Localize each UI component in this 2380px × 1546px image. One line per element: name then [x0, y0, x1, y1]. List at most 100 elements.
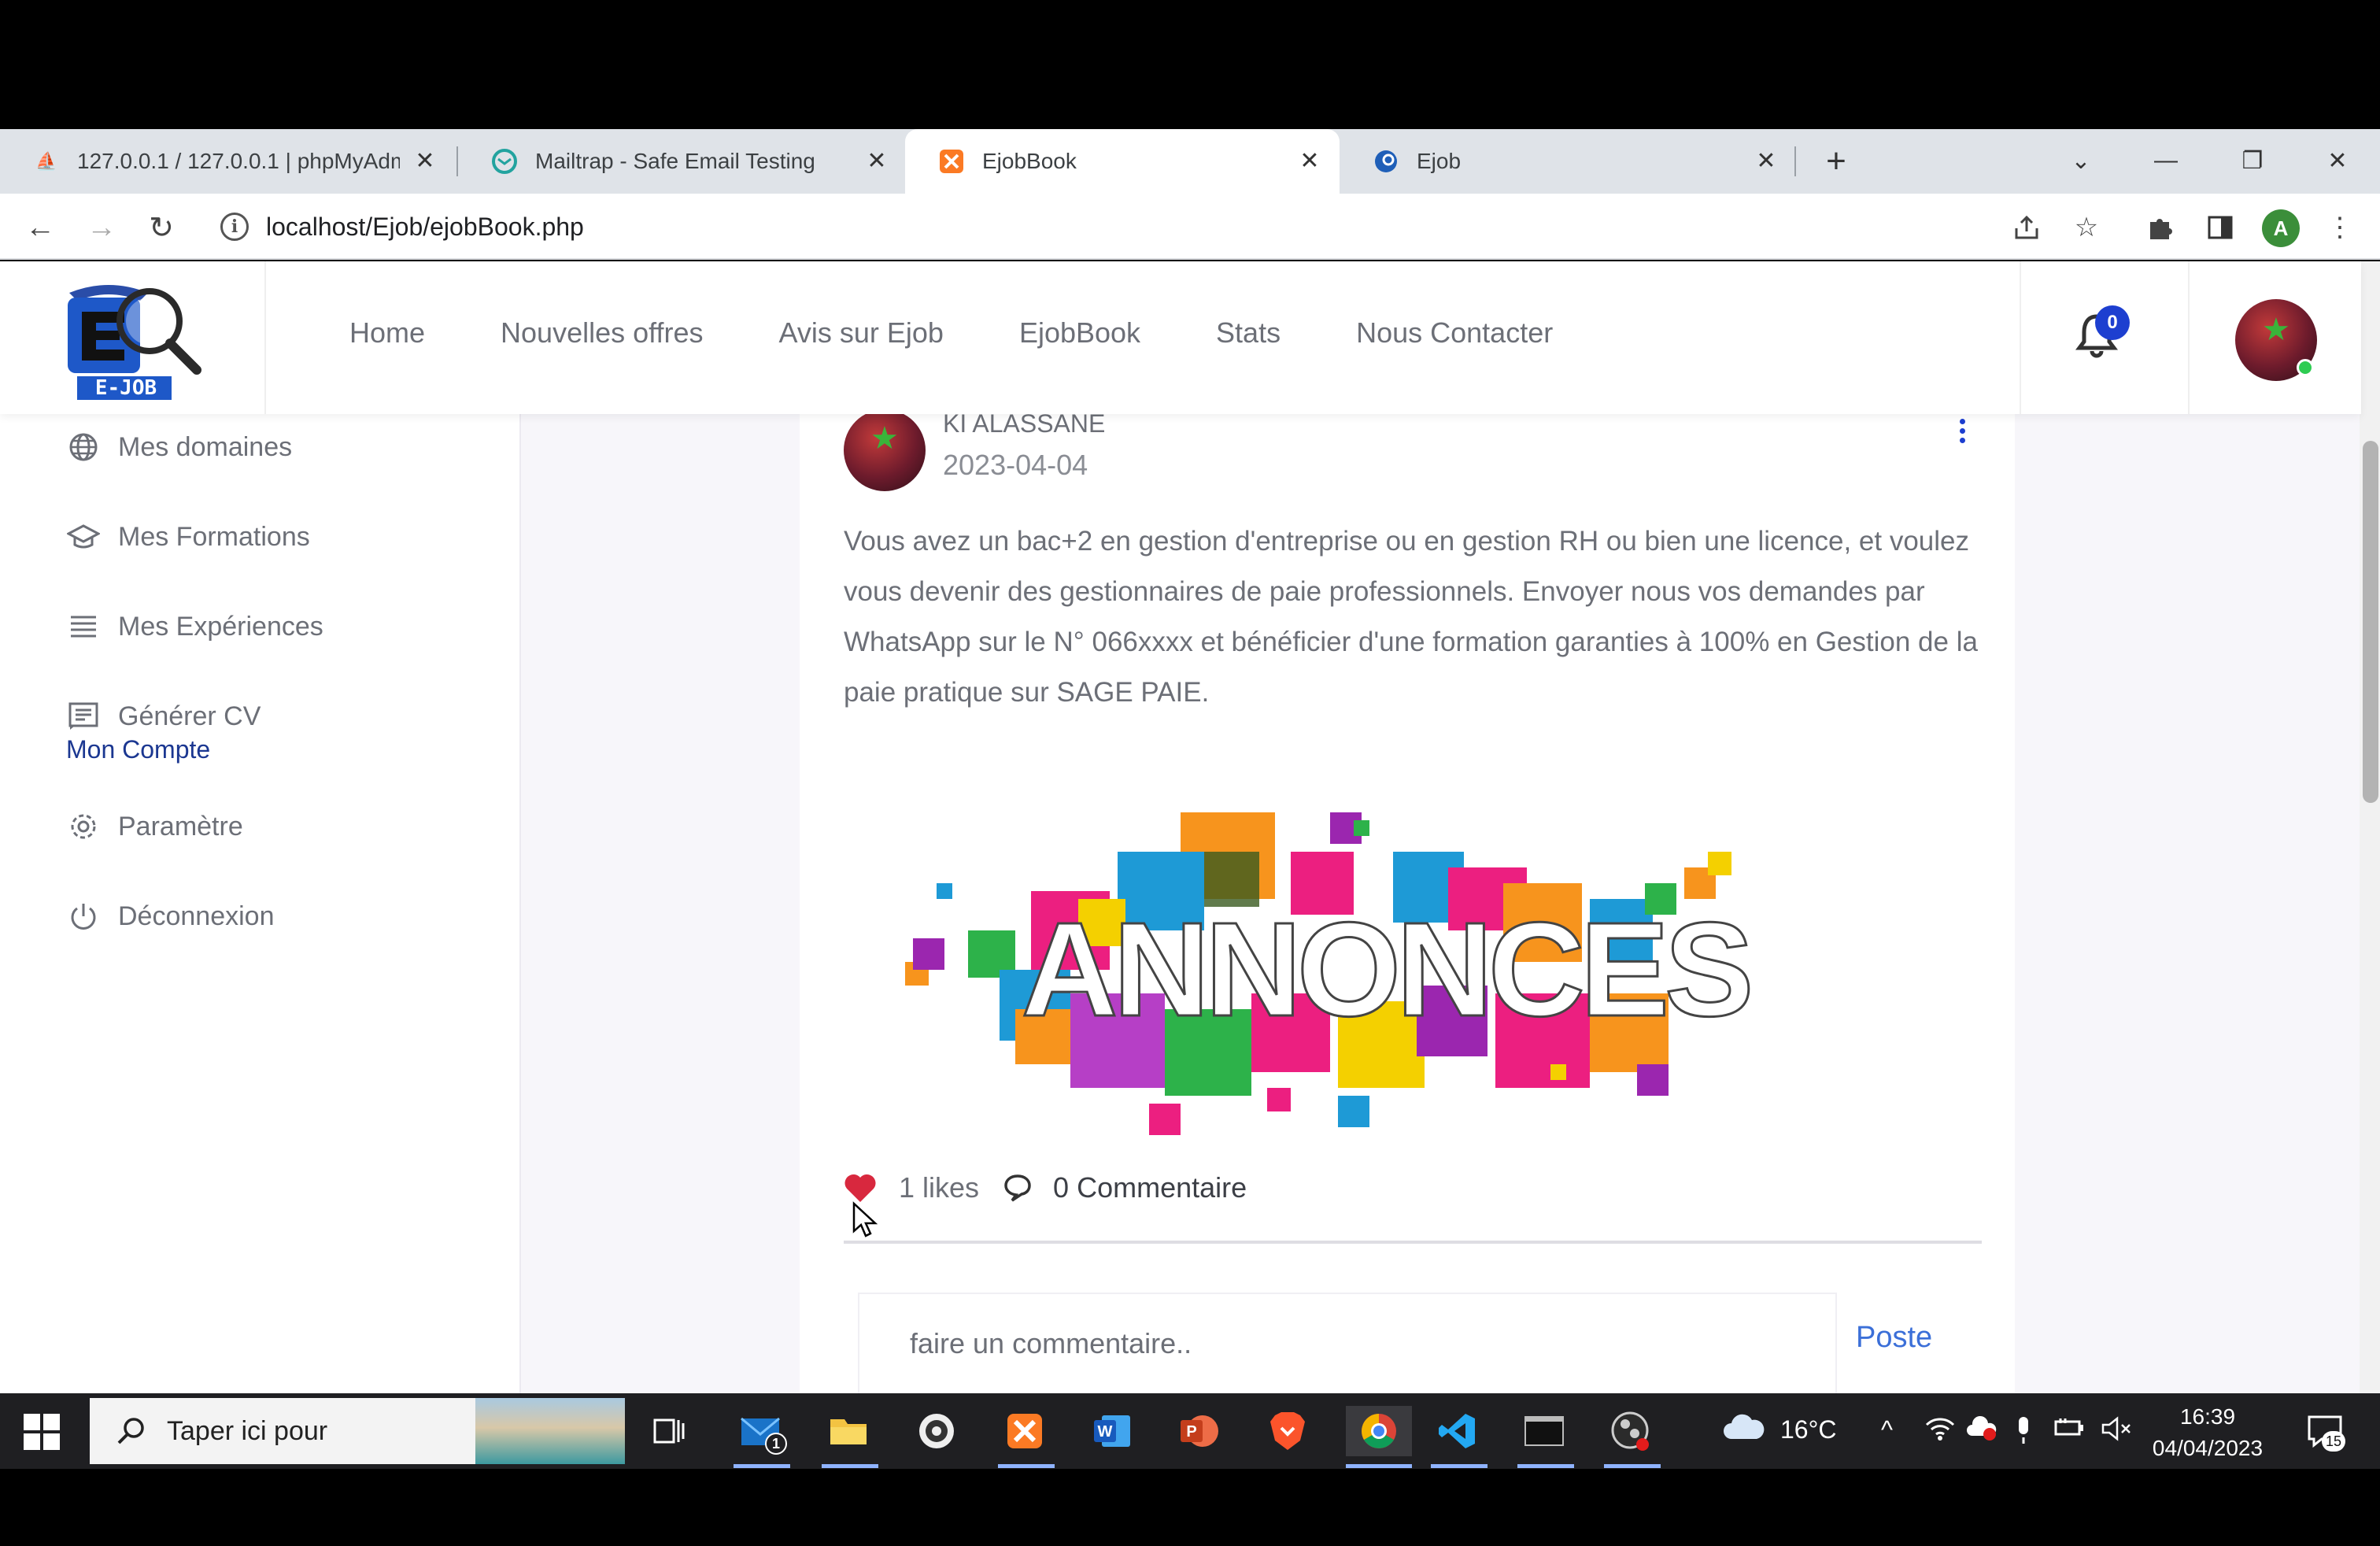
post-author-avatar[interactable]: ★ [844, 409, 926, 491]
media-app-icon[interactable] [911, 1406, 962, 1456]
site-header: E-JOB Home Nouvelles offres Avis sur Ejo… [0, 261, 2361, 414]
task-view-icon[interactable] [644, 1406, 694, 1456]
back-arrow-icon[interactable]: ← [20, 208, 60, 247]
sidebar-item-mes-domaines[interactable]: Mes domaines [66, 430, 292, 464]
nav-avis-sur-ejob[interactable]: Avis sur Ejob [779, 316, 944, 350]
nav-ejobbook[interactable]: EjobBook [1019, 316, 1140, 350]
bookmark-star-icon[interactable]: ☆ [2068, 209, 2105, 246]
notification-center-icon[interactable]: 15 [2306, 1414, 2345, 1452]
reload-icon[interactable]: ↻ [142, 208, 181, 247]
restore-icon[interactable]: ❐ [2230, 139, 2275, 183]
post-divider [844, 1241, 1982, 1244]
file-explorer-icon[interactable] [823, 1406, 874, 1456]
speaker-muted-icon[interactable] [2101, 1415, 2133, 1448]
terminal-icon[interactable] [1519, 1406, 1569, 1456]
post-date: 2023-04-04 [943, 449, 1088, 481]
tab-ejobbook[interactable]: EjobBook ✕ [905, 129, 1340, 194]
sidebar-item-generer-cv[interactable]: Générer CV [66, 699, 261, 734]
windows-taskbar: Taper ici pour 1 W P 16°C ^ 16:39 04/04/… [0, 1393, 2380, 1469]
tab-mailtrap[interactable]: Mailtrap - Safe Email Testing ✕ [458, 129, 907, 194]
sidebar-item-parametre[interactable]: Paramètre [66, 809, 243, 844]
close-tab-icon[interactable]: ✕ [411, 146, 439, 175]
nav-nous-contacter[interactable]: Nous Contacter [1356, 316, 1553, 350]
minimize-icon[interactable]: — [2144, 139, 2188, 183]
site-info-icon[interactable]: i [220, 213, 249, 241]
active-app-indicator [1346, 1464, 1412, 1468]
nav-home[interactable]: Home [349, 316, 425, 350]
avatar-star-icon: ★ [870, 421, 899, 456]
sidebar: Mes domaines Mes Formations Mes Expérien… [0, 414, 521, 1393]
close-tab-icon[interactable]: ✕ [1295, 146, 1324, 175]
new-tab-icon[interactable]: + [1816, 142, 1856, 181]
brave-browser-icon[interactable] [1262, 1406, 1313, 1456]
close-tab-icon[interactable]: ✕ [1752, 146, 1780, 175]
chrome-taskbar-icon[interactable] [1346, 1406, 1412, 1456]
mail-app-icon[interactable]: 1 [735, 1406, 787, 1456]
wifi-icon[interactable] [1925, 1415, 1955, 1448]
online-status-dot [2297, 359, 2314, 376]
chrome-menu-icon[interactable]: ⋮ [2322, 209, 2358, 246]
weather-temperature[interactable]: 16°C [1780, 1415, 1837, 1444]
powerpoint-icon[interactable]: P [1174, 1406, 1225, 1456]
sidebar-divider [519, 414, 521, 1393]
side-panel-icon[interactable] [2202, 209, 2238, 246]
extensions-puzzle-icon[interactable] [2142, 209, 2179, 246]
scrollbar-thumb[interactable] [2363, 441, 2378, 803]
taskbar-clock[interactable]: 16:39 04/04/2023 [2149, 1401, 2267, 1464]
likes-count[interactable]: 1 likes [899, 1171, 979, 1204]
battery-icon[interactable] [2054, 1415, 2086, 1445]
mouse-cursor-icon [852, 1201, 878, 1237]
sidebar-item-deconnexion[interactable]: Déconnexion [66, 899, 274, 934]
sidebar-item-mes-formations[interactable]: Mes Formations [66, 520, 310, 554]
url-text[interactable]: localhost/Ejob/ejobBook.php [266, 213, 584, 242]
comments-count[interactable]: 0 Commentaire [1053, 1171, 1247, 1204]
tab-ejob[interactable]: Ejob ✕ [1340, 129, 1796, 194]
active-app-indicator [734, 1464, 790, 1468]
post-comment-button[interactable]: Poste [1856, 1321, 1932, 1355]
post-card: ★ KI ALASSANE 2023-04-04 Vous avez un ba… [800, 409, 2015, 1393]
comment-bubble-icon[interactable] [1003, 1173, 1033, 1203]
screen: ⛵ 127.0.0.1 / 127.0.0.1 | phpMyAdmin ✕ M… [0, 0, 2380, 1546]
browser-tab-bar: ⛵ 127.0.0.1 / 127.0.0.1 | phpMyAdmin ✕ M… [0, 129, 2380, 194]
sidebar-item-label: Paramètre [118, 811, 243, 841]
comment-box [858, 1293, 1837, 1393]
comment-input[interactable] [910, 1327, 1776, 1360]
svg-text:P: P [1186, 1423, 1196, 1441]
close-window-icon[interactable]: ✕ [2315, 139, 2360, 183]
microphone-icon[interactable] [2015, 1415, 2032, 1452]
clock-date: 04/04/2023 [2152, 1436, 2264, 1460]
active-app-indicator [1431, 1464, 1488, 1468]
obs-recording-icon[interactable] [1606, 1406, 1656, 1456]
header-divider [2020, 261, 2021, 414]
active-app-indicator [998, 1464, 1055, 1468]
tab-search-chevron-icon[interactable]: ⌄ [2059, 139, 2103, 183]
sidebar-item-label: Mes Expériences [118, 611, 323, 642]
tab-phpmyadmin[interactable]: ⛵ 127.0.0.1 / 127.0.0.1 | phpMyAdmin ✕ [0, 129, 455, 194]
taskbar-search[interactable]: Taper ici pour [90, 1398, 625, 1464]
close-tab-icon[interactable]: ✕ [863, 146, 891, 175]
show-hidden-icons-chevron-icon[interactable]: ^ [1881, 1415, 1893, 1444]
mailtrap-icon [491, 148, 518, 175]
xampp-taskbar-icon[interactable] [1000, 1406, 1050, 1456]
nav-nouvelles-offres[interactable]: Nouvelles offres [501, 316, 703, 350]
post-actions: 1 likes 0 Commentaire [844, 1171, 1247, 1204]
sidebar-item-mes-experiences[interactable]: Mes Expériences [66, 609, 323, 644]
heart-icon[interactable] [844, 1172, 877, 1204]
gear-icon [66, 809, 101, 844]
page-scrollbar[interactable] [2360, 261, 2380, 1393]
nav-stats[interactable]: Stats [1216, 316, 1281, 350]
cloud-weather-icon[interactable] [1720, 1411, 1766, 1448]
forward-arrow-icon[interactable]: → [82, 208, 121, 247]
document-icon [66, 699, 101, 734]
avatar-star-icon: ★ [2262, 313, 2290, 347]
post-options-kebab-icon[interactable] [1957, 419, 1968, 450]
ejob-logo[interactable]: E-JOB [61, 277, 208, 403]
word-icon[interactable]: W [1088, 1406, 1138, 1456]
active-app-indicator [822, 1464, 878, 1468]
address-bar[interactable]: i localhost/Ejob/ejobBook.php [206, 202, 2076, 252]
share-icon[interactable] [2009, 209, 2045, 246]
vscode-icon[interactable] [1432, 1406, 1483, 1456]
windows-start-icon[interactable] [24, 1414, 60, 1450]
chrome-profile-avatar[interactable]: A [2262, 209, 2300, 247]
onedrive-error-icon[interactable] [1966, 1415, 1998, 1448]
